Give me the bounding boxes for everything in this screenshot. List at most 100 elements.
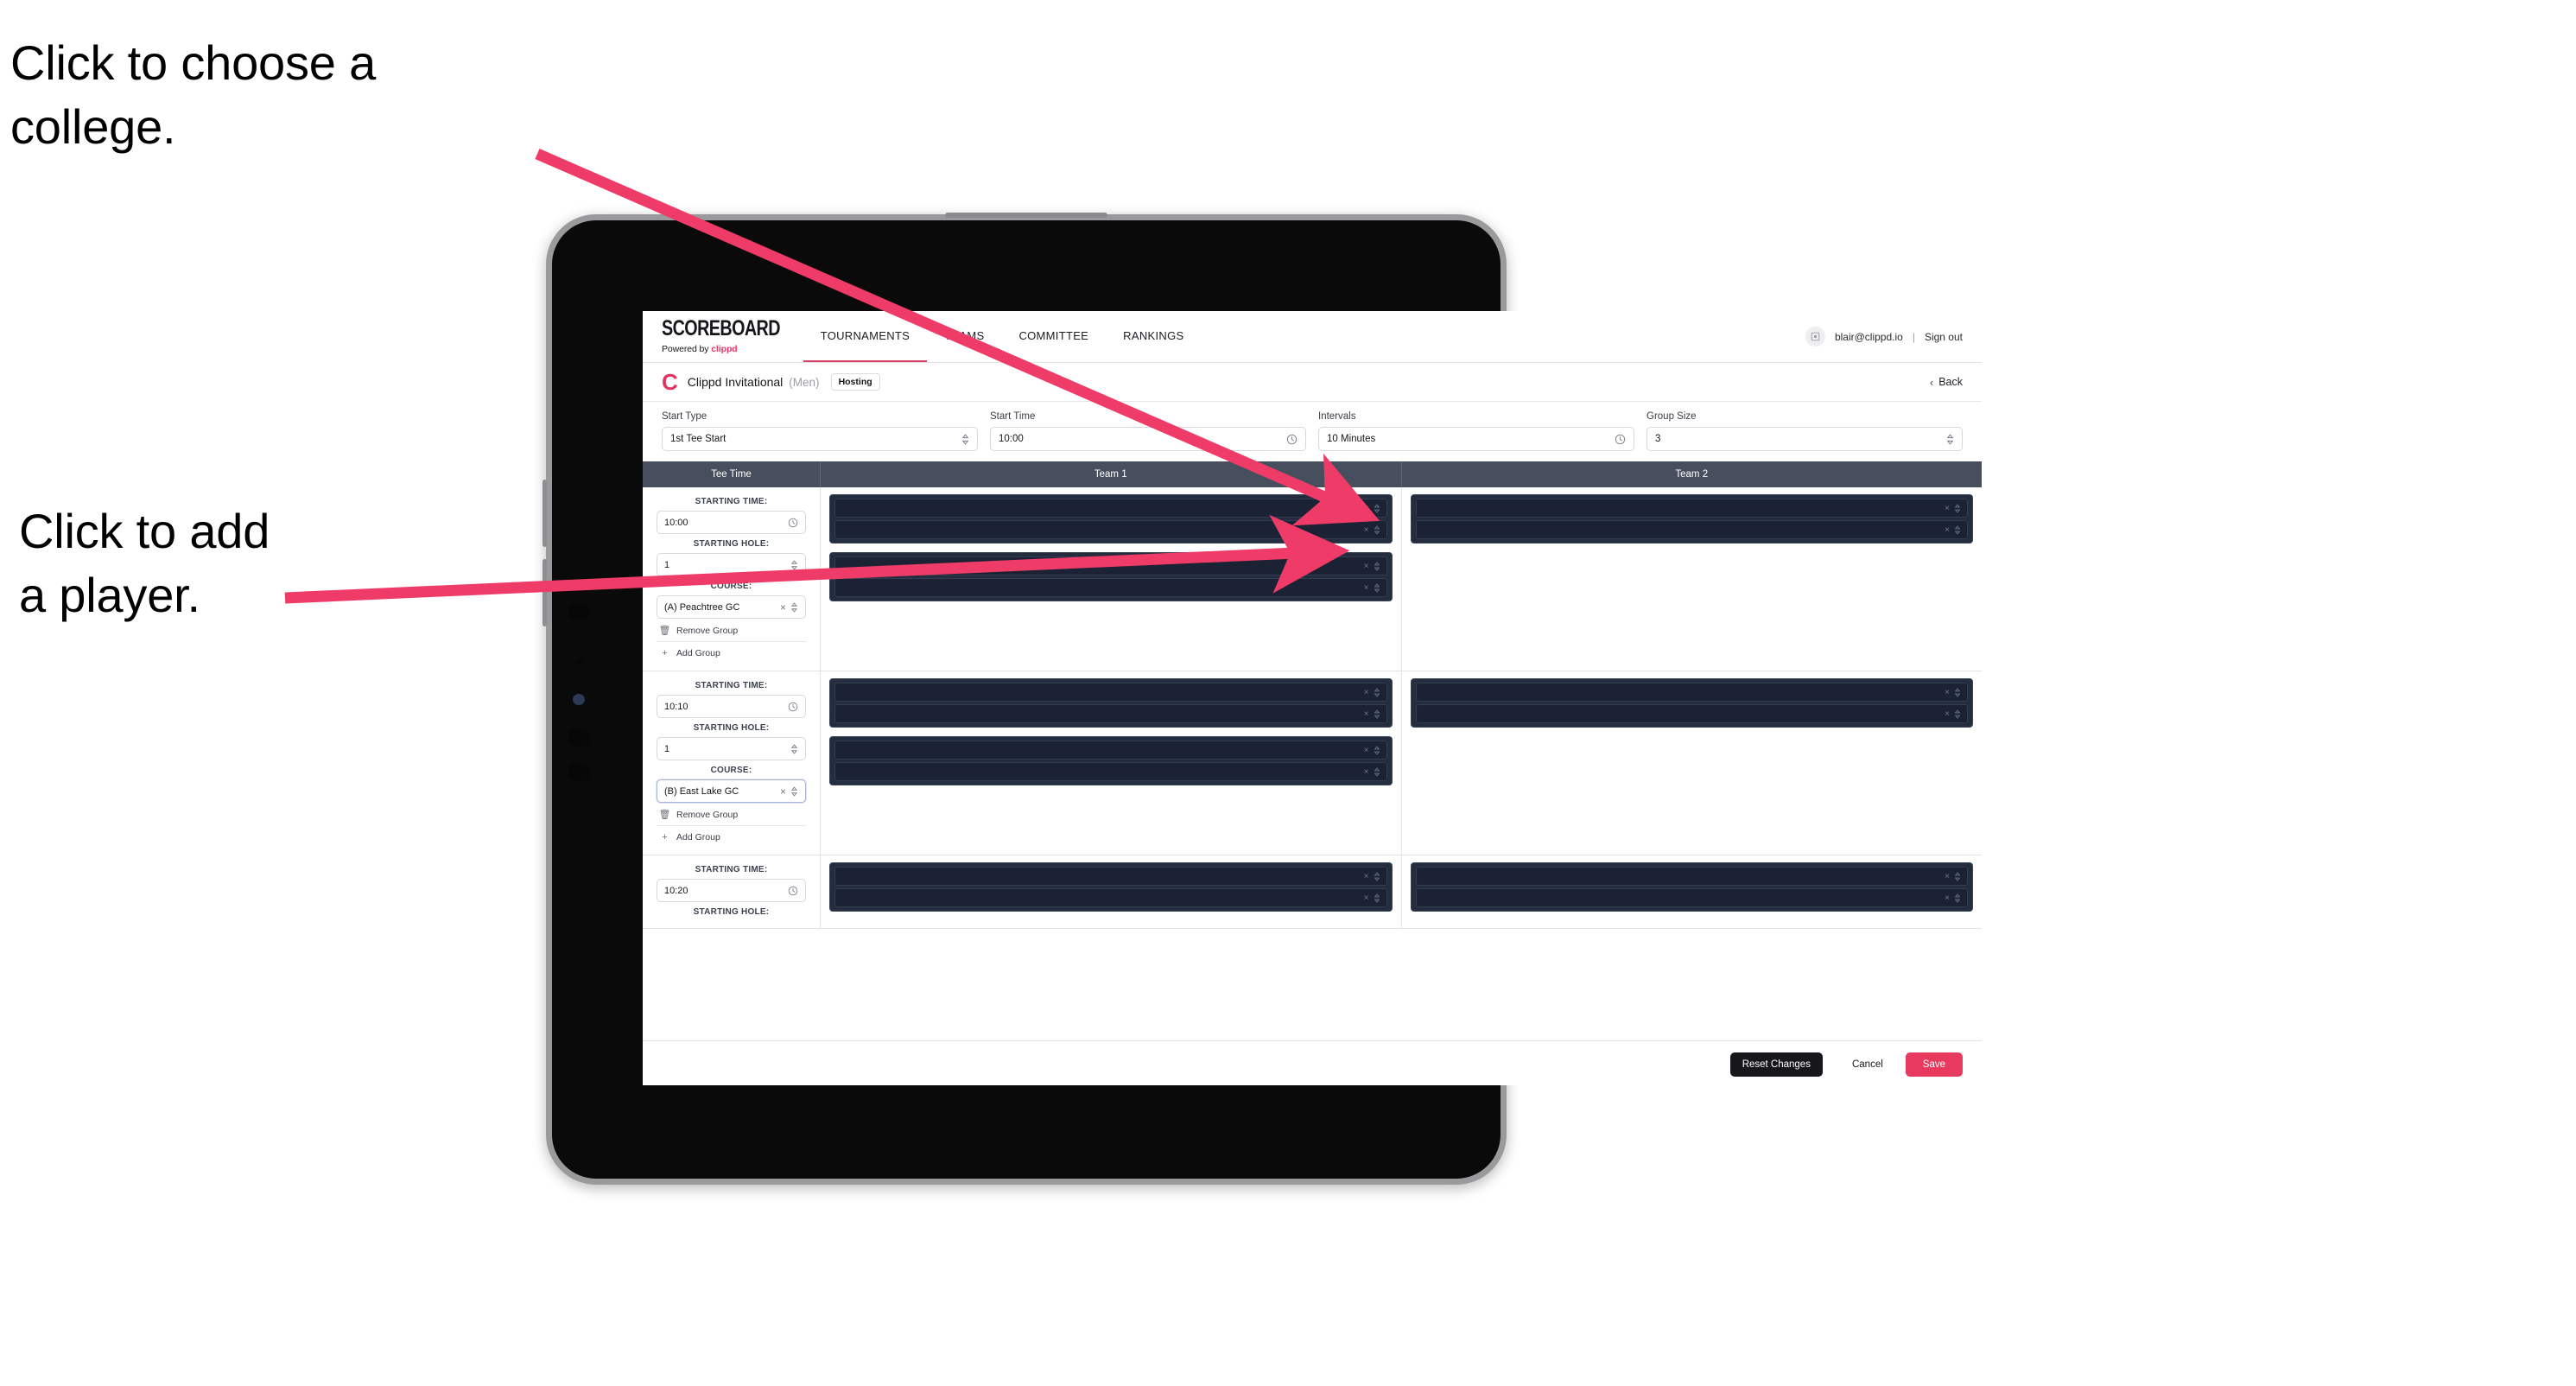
player-select-row[interactable]: ×	[834, 520, 1387, 539]
annotation-add-player: Click to add a player.	[19, 504, 270, 622]
clear-icon[interactable]: ×	[1364, 709, 1369, 719]
user-avatar-icon[interactable]	[1805, 327, 1825, 346]
player-select-row[interactable]: ×	[834, 762, 1387, 781]
starting-hole-label: STARTING HOLE:	[693, 539, 770, 549]
clear-icon[interactable]: ×	[1945, 688, 1950, 697]
stepper-icon[interactable]	[1954, 709, 1961, 719]
clear-icon[interactable]: ×	[1364, 525, 1369, 535]
start-type-select[interactable]: 1st Tee Start	[662, 427, 978, 451]
clear-icon[interactable]: ×	[780, 601, 786, 614]
player-select-row[interactable]: ×	[1415, 683, 1968, 702]
clear-icon[interactable]: ×	[1945, 872, 1950, 881]
clear-icon[interactable]: ×	[1364, 767, 1369, 777]
stepper-icon[interactable]	[1374, 871, 1380, 881]
player-select-row[interactable]: ×	[1415, 888, 1968, 907]
clear-icon[interactable]: ×	[1945, 504, 1950, 513]
tablet-bezel-dot-3	[568, 728, 590, 747]
tablet-top-speaker	[945, 213, 1107, 218]
stepper-icon[interactable]	[1954, 871, 1961, 881]
starting-hole-stepper[interactable]: 1	[657, 737, 806, 760]
reset-changes-button[interactable]: Reset Changes	[1729, 1052, 1823, 1077]
plus-icon: +	[662, 648, 668, 658]
stepper-icon[interactable]	[1954, 503, 1961, 513]
remove-group-button[interactable]: 🗑 Remove Group	[657, 803, 806, 825]
nav-item-committee[interactable]: COMMITTEE	[1001, 311, 1106, 362]
player-select-row[interactable]: ×	[834, 888, 1387, 907]
tee-time-cell: STARTING TIME: 10:10 STARTING HOLE: 1 COURSE…	[643, 671, 821, 855]
save-button[interactable]: Save	[1905, 1052, 1963, 1077]
clear-icon[interactable]: ×	[1364, 688, 1369, 697]
clear-icon[interactable]: ×	[1364, 872, 1369, 881]
player-group: × ×	[829, 678, 1393, 728]
sign-out-link[interactable]: Sign out	[1925, 331, 1963, 343]
stepper-icon[interactable]	[1954, 893, 1961, 903]
starting-time-input-value: 10:00	[664, 517, 688, 528]
tournament-title: Clippd Invitational	[687, 375, 784, 389]
player-select-row[interactable]: ×	[834, 683, 1387, 702]
player-select-row[interactable]: ×	[834, 704, 1387, 723]
add-group-button[interactable]: + Add Group	[657, 641, 806, 664]
stepper-icon[interactable]	[1954, 687, 1961, 697]
tee-time-row: STARTING TIME: 10:00 STARTING HOLE: 1 COURSE…	[643, 487, 1982, 671]
remove-group-button[interactable]: 🗑 Remove Group	[657, 619, 806, 641]
account-email: blair@clippd.io	[1834, 330, 1903, 343]
clear-icon[interactable]: ×	[1364, 746, 1369, 755]
clear-icon[interactable]: ×	[1945, 525, 1950, 535]
clear-icon[interactable]: ×	[1364, 562, 1369, 571]
nav-item-teams[interactable]: TEAMS	[927, 311, 1001, 362]
clear-icon[interactable]: ×	[1945, 709, 1950, 719]
player-select-row[interactable]: ×	[1415, 704, 1968, 723]
course-label: COURSE:	[710, 582, 752, 591]
add-group-button[interactable]: + Add Group	[657, 825, 806, 848]
action-bar: Reset Changes Cancel Save	[643, 1040, 1982, 1085]
starting-time-input[interactable]: 10:00	[657, 511, 806, 534]
intervals-input[interactable]: 10 Minutes	[1318, 427, 1634, 451]
stepper-icon[interactable]	[1374, 525, 1380, 535]
control-intervals-label: Intervals	[1318, 411, 1356, 422]
stepper-icon[interactable]	[1374, 745, 1380, 755]
player-select-row[interactable]: ×	[834, 499, 1387, 518]
nav-item-rankings[interactable]: RANKINGS	[1106, 311, 1201, 362]
stepper-icon[interactable]	[1374, 582, 1380, 593]
clear-icon[interactable]: ×	[780, 785, 786, 798]
course-select[interactable]: (A) Peachtree GC ×	[657, 595, 806, 619]
starting-time-input[interactable]: 10:10	[657, 695, 806, 718]
starting-time-input[interactable]: 10:20	[657, 879, 806, 902]
stepper-icon	[1946, 433, 1954, 445]
stepper-icon[interactable]	[1374, 766, 1380, 777]
clear-icon[interactable]: ×	[1945, 893, 1950, 903]
player-select-row[interactable]: ×	[1415, 867, 1968, 886]
starting-time-input-value: 10:20	[664, 885, 688, 896]
cancel-button[interactable]: Cancel	[1838, 1052, 1897, 1077]
stepper-icon[interactable]	[1374, 709, 1380, 719]
stepper-icon[interactable]	[1954, 525, 1961, 535]
team-1-cell: × × × ×	[821, 487, 1402, 671]
player-select-row[interactable]: ×	[834, 741, 1387, 760]
back-button[interactable]: ‹ Back	[1930, 376, 1963, 389]
player-select-row[interactable]: ×	[1415, 499, 1968, 518]
starting-hole-label: STARTING HOLE:	[693, 723, 770, 733]
player-select-row[interactable]: ×	[834, 556, 1387, 575]
starting-hole-stepper[interactable]: 1	[657, 553, 806, 576]
clear-icon[interactable]: ×	[1364, 504, 1369, 513]
start-time-input[interactable]: 10:00	[990, 427, 1306, 451]
scoreboard-logo[interactable]: SCOREBOARD Powered by clippd	[643, 311, 803, 362]
stepper-icon[interactable]	[1374, 561, 1380, 571]
player-select-row[interactable]: ×	[834, 867, 1387, 886]
group-size-stepper[interactable]: 3	[1646, 427, 1963, 451]
remove-group-button-label: Remove Group	[676, 625, 739, 636]
stepper-icon[interactable]	[1374, 503, 1380, 513]
clear-icon[interactable]: ×	[1364, 893, 1369, 903]
clear-icon[interactable]: ×	[1364, 583, 1369, 593]
player-select-row[interactable]: ×	[834, 578, 1387, 597]
player-select-row[interactable]: ×	[1415, 520, 1968, 539]
team-2-cell: × ×	[1402, 671, 1983, 855]
player-group: × ×	[1410, 862, 1973, 912]
tee-time-cell: STARTING TIME: 10:20 STARTING HOLE:	[643, 855, 821, 928]
course-select[interactable]: (B) East Lake GC ×	[657, 779, 806, 803]
clock-icon	[1286, 434, 1298, 445]
nav-item-tournaments[interactable]: TOURNAMENTS	[803, 311, 928, 362]
stepper-icon[interactable]	[1374, 687, 1380, 697]
remove-group-button-label: Remove Group	[676, 809, 739, 820]
stepper-icon[interactable]	[1374, 893, 1380, 903]
